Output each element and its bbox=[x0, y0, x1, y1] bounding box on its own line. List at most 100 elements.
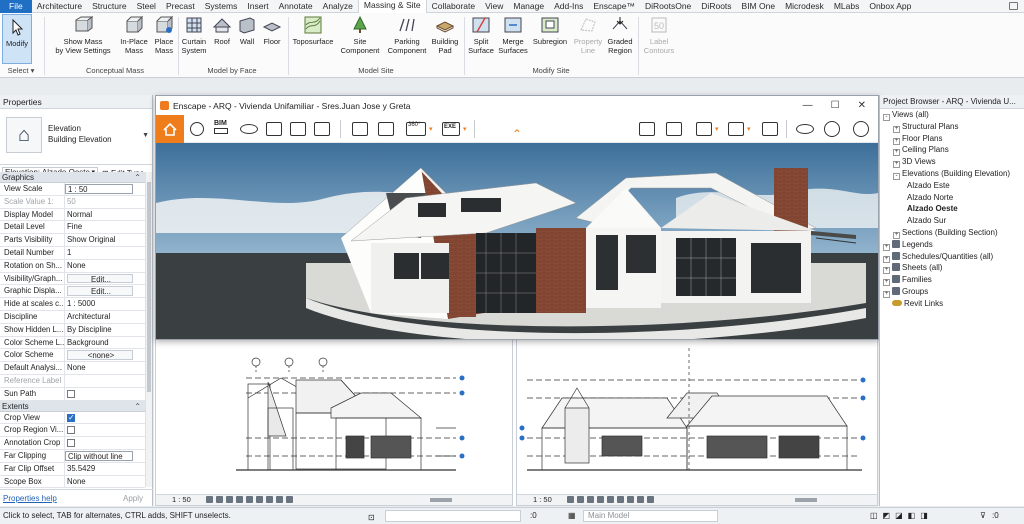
asset-library-icon[interactable] bbox=[728, 122, 744, 136]
reveal-hidden-icon[interactable] bbox=[647, 496, 654, 503]
map-icon[interactable] bbox=[639, 122, 655, 136]
ribbon-tab-enscape[interactable]: Enscape™ bbox=[588, 0, 640, 13]
browser-item-revit-links[interactable]: Revit Links bbox=[880, 298, 1024, 310]
property-value[interactable]: None bbox=[65, 476, 145, 488]
property-value[interactable]: Clip without line bbox=[65, 450, 133, 461]
section-graphics[interactable]: Graphics bbox=[0, 172, 145, 183]
ribbon-tab-dirootsone[interactable]: DiRootsOne bbox=[640, 0, 696, 13]
crop-icon[interactable] bbox=[246, 496, 253, 503]
property-value[interactable] bbox=[65, 437, 145, 449]
parking-component-button[interactable]: Parking Component bbox=[384, 15, 430, 55]
browser-item-alzado-oeste[interactable]: Alzado Oeste bbox=[880, 203, 1024, 215]
property-row[interactable]: Hide at scales c... 1 : 5000 bbox=[0, 298, 145, 311]
help-icon[interactable] bbox=[853, 121, 869, 137]
shadows-icon[interactable] bbox=[597, 496, 604, 503]
browser-item-structural-plans[interactable]: + Structural Plans bbox=[880, 121, 1024, 133]
property-row[interactable]: Parts Visibility Show Original bbox=[0, 234, 145, 247]
property-value[interactable]: By Discipline bbox=[65, 324, 145, 336]
property-value[interactable]: Fine bbox=[65, 221, 145, 233]
property-value[interactable] bbox=[65, 375, 145, 387]
sync-views-icon[interactable] bbox=[666, 122, 682, 136]
show-crop-icon[interactable] bbox=[256, 496, 263, 503]
ribbon-tab-structure[interactable]: Structure bbox=[87, 0, 132, 13]
browser-item-legends[interactable]: + Legends bbox=[880, 239, 1024, 251]
browser-item-sections-building-section[interactable]: + Sections (Building Section) bbox=[880, 227, 1024, 239]
ribbon-tab-manage[interactable]: Manage bbox=[508, 0, 549, 13]
property-row[interactable]: Visibility/Graph... Edit... bbox=[0, 272, 145, 286]
show-mass-button[interactable]: Show Mass by View Settings bbox=[52, 15, 114, 55]
lock-icon[interactable] bbox=[627, 496, 634, 503]
split-surface-button[interactable]: Split Surface bbox=[466, 15, 496, 55]
checkbox[interactable] bbox=[67, 426, 75, 435]
ribbon-tab-architecture[interactable]: Architecture bbox=[32, 0, 87, 13]
collapse-toolbar-icon[interactable]: ⌃ bbox=[512, 127, 522, 141]
toposurface-button[interactable]: Toposurface bbox=[290, 15, 336, 46]
graded-region-button[interactable]: Graded Region bbox=[605, 15, 635, 55]
temporary-hide-icon[interactable] bbox=[637, 496, 644, 503]
view-tile-left[interactable]: 1 : 50 bbox=[155, 337, 513, 506]
detail-level-icon[interactable] bbox=[206, 496, 213, 503]
browser-item-alzado-este[interactable]: Alzado Este bbox=[880, 180, 1024, 192]
label-contours-button[interactable]: 50 Label Contours bbox=[640, 15, 678, 55]
property-row[interactable]: Far Clipping Clip without line bbox=[0, 449, 145, 463]
exe-caret-icon[interactable]: ▾ bbox=[463, 125, 467, 133]
wall-button[interactable]: Wall bbox=[236, 15, 258, 46]
property-row[interactable]: Discipline Architectural bbox=[0, 310, 145, 324]
building-pad-button[interactable]: Building Pad bbox=[428, 15, 462, 55]
property-row[interactable]: Color Scheme <none> bbox=[0, 349, 145, 363]
checkbox[interactable] bbox=[67, 439, 75, 448]
property-row[interactable]: Display Model Normal bbox=[0, 208, 145, 222]
sun-path-icon[interactable] bbox=[587, 496, 594, 503]
browser-item-sheets-all[interactable]: + Sheets (all) bbox=[880, 262, 1024, 275]
floor-button[interactable]: Floor bbox=[260, 15, 284, 46]
batch-render-icon[interactable] bbox=[378, 122, 394, 136]
ribbon-tab-insert[interactable]: Insert bbox=[242, 0, 273, 13]
property-value[interactable] bbox=[65, 412, 145, 423]
property-line-button[interactable]: Property Line bbox=[572, 15, 604, 55]
browser-item-floor-plans[interactable]: + Floor Plans bbox=[880, 133, 1024, 145]
roof-button[interactable]: Roof bbox=[210, 15, 234, 46]
property-value[interactable]: Normal bbox=[65, 209, 145, 221]
show-crop-icon[interactable] bbox=[617, 496, 624, 503]
close-icon[interactable]: ✕ bbox=[858, 100, 866, 111]
eye-icon[interactable] bbox=[796, 124, 814, 134]
visual-style-icon[interactable] bbox=[216, 496, 223, 503]
merge-surfaces-button[interactable]: Merge Surfaces bbox=[497, 15, 529, 55]
enscape-render-viewport[interactable] bbox=[156, 143, 878, 339]
ribbon-tab-file[interactable]: File bbox=[0, 0, 32, 13]
type-dropdown-icon[interactable]: ▼ bbox=[142, 132, 149, 139]
property-row[interactable]: Show Hidden L... By Discipline bbox=[0, 323, 145, 337]
checkbox[interactable] bbox=[67, 389, 75, 398]
ribbon-tab-massing-site[interactable]: Massing & Site bbox=[357, 0, 427, 13]
view-scroll-left[interactable] bbox=[430, 498, 452, 502]
property-row[interactable]: Rotation on Sh... None bbox=[0, 259, 145, 273]
section-extents[interactable]: Extents bbox=[0, 400, 145, 412]
ribbon-tab-bim-one[interactable]: BIM One bbox=[737, 0, 781, 13]
lock-icon[interactable] bbox=[266, 496, 273, 503]
view-scroll-right[interactable] bbox=[795, 498, 817, 502]
view-tile-right[interactable]: 1 : 50 bbox=[516, 337, 878, 506]
browser-item-ceiling-plans[interactable]: + Ceiling Plans bbox=[880, 144, 1024, 157]
ribbon-tab-onbox-app[interactable]: Onbox App bbox=[864, 0, 916, 13]
panorama-icon[interactable]: 360° bbox=[406, 122, 426, 136]
worksharing-icon[interactable]: ⊡ bbox=[368, 510, 375, 524]
property-row[interactable]: Crop View bbox=[0, 411, 145, 425]
home-icon[interactable] bbox=[156, 115, 184, 143]
reveal-hidden-icon[interactable] bbox=[286, 496, 293, 503]
temporary-hide-icon[interactable] bbox=[276, 496, 283, 503]
property-value[interactable]: None bbox=[65, 260, 145, 272]
property-value[interactable]: <none> bbox=[67, 350, 133, 361]
material-editor-icon[interactable] bbox=[762, 122, 778, 136]
location-pin-icon[interactable] bbox=[190, 122, 204, 136]
property-value[interactable]: Edit... bbox=[67, 273, 133, 284]
curtain-system-button[interactable]: Curtain System bbox=[180, 15, 208, 55]
sun-path-icon[interactable] bbox=[226, 496, 233, 503]
property-row[interactable]: Default Analysi... None bbox=[0, 362, 145, 375]
property-row[interactable]: Far Clip Offset 35.5429 bbox=[0, 462, 145, 476]
ribbon-tab-diroots[interactable]: DiRoots bbox=[696, 0, 736, 13]
ribbon-tab-mlabs[interactable]: MLabs bbox=[829, 0, 865, 13]
modify-button[interactable]: Modify bbox=[2, 14, 32, 64]
view-scale-right[interactable]: 1 : 50 bbox=[533, 495, 552, 504]
select-links-icons[interactable]: ◫◩◪◧◨ bbox=[870, 508, 933, 524]
panorama-caret-icon[interactable]: ▾ bbox=[429, 125, 433, 133]
